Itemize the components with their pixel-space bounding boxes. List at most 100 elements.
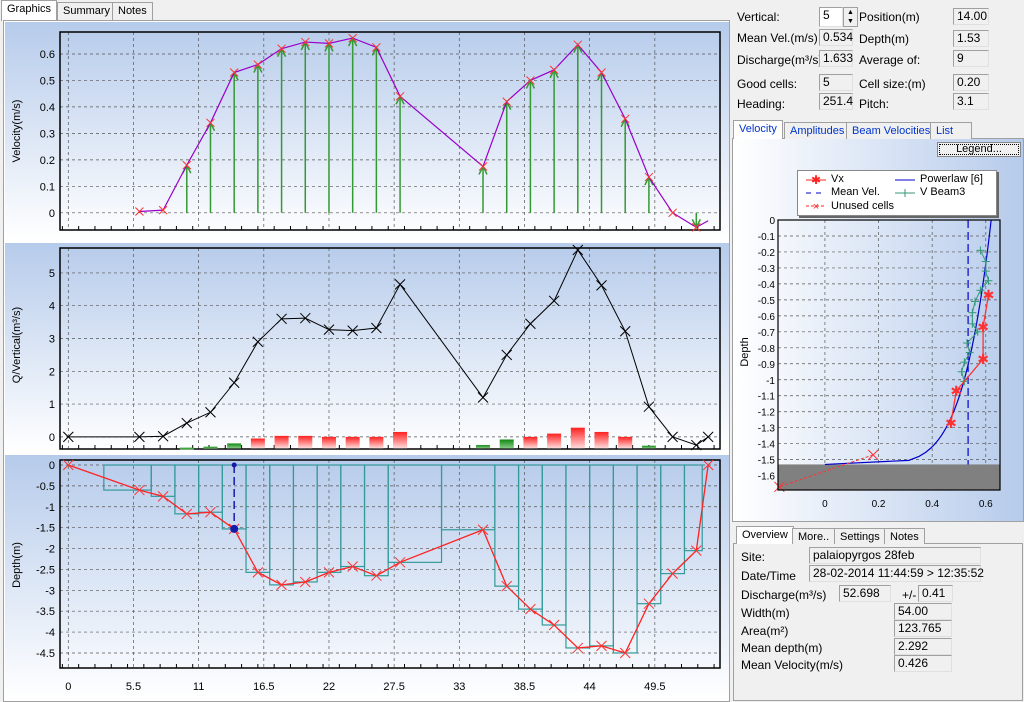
vx-legend-icon: ✱ [806, 173, 826, 187]
unused-cell-point [867, 449, 879, 461]
mean-velocity-value: 0.426 [894, 655, 952, 672]
tab-amplitudes[interactable]: Amplitudes [784, 122, 851, 139]
vertical-spinner[interactable]: ▲ ▼ [843, 7, 858, 27]
mean-vel-value: 0.534 [819, 29, 853, 46]
beam3-point [981, 267, 990, 276]
y-tick-label: 0 [49, 432, 55, 444]
mean-depth-value: 2.292 [894, 638, 952, 655]
y-tick-label: -0.5 [758, 296, 776, 307]
y-tick-label: 4 [49, 301, 55, 313]
y-tick-label: -0.6 [758, 312, 776, 323]
profile-depth-axis-label: Depth [739, 337, 751, 366]
beam3-point [981, 257, 990, 266]
q-uncertainty-bar [203, 446, 218, 449]
area-label: Area(m²) [741, 624, 789, 638]
q-uncertainty-bar [345, 436, 360, 449]
beam3-point [976, 246, 985, 255]
heading-label: Heading: [737, 97, 786, 111]
q-uncertainty-bar [298, 435, 313, 449]
tab-beam-velocities[interactable]: Beam Velocities [846, 122, 937, 139]
y-tick-label: -0.5 [36, 481, 55, 493]
svg-text:✱: ✱ [811, 173, 821, 187]
position-value: 14.00 [953, 8, 989, 25]
vertical-input[interactable]: 5 [819, 7, 843, 27]
mean-vel-label: Mean Vel.(m/s) [737, 31, 818, 45]
y-tick-label: 0.2 [40, 155, 55, 167]
beam3-legend-icon [895, 189, 915, 197]
x-tick-label: 0 [822, 499, 828, 510]
position-label: Position(m) [859, 10, 920, 24]
q-uncertainty-bar [227, 443, 242, 449]
average-label: Average of: [859, 53, 921, 67]
tab-settings[interactable]: Settings [834, 528, 886, 544]
y-tick-label: -1.6 [758, 472, 776, 483]
legend-beam3: V Beam3 [920, 186, 966, 198]
y-tick-label: 2 [49, 366, 55, 378]
discharge-total-label: Discharge(m³/s) [741, 588, 827, 602]
profile-legend: ✱ × Vx Mean Vel. Unused cells Powerlaw [… [797, 170, 997, 216]
x-tick-label: 27.5 [383, 681, 404, 693]
y-tick-label: -0.2 [758, 248, 776, 259]
plot-frame [777, 219, 1001, 491]
y-tick-label: -1.5 [36, 523, 55, 535]
q-uncertainty-bar [570, 427, 585, 449]
selected-vertical-handle [230, 524, 239, 533]
y-tick-label: 0.6 [40, 49, 55, 61]
q-uncertainty-bar [369, 436, 384, 449]
y-tick-label: 0.5 [40, 75, 55, 87]
cell-size-label: Cell size:(m) [859, 77, 926, 91]
tab-overview[interactable]: Overview [736, 526, 794, 544]
width-label: Width(m) [741, 606, 790, 620]
y-tick-label: 0 [49, 208, 55, 220]
site-value: palaiopyrgos 28feb [809, 547, 981, 564]
vx-point: ✱ [983, 287, 995, 303]
width-value: 54.00 [894, 603, 952, 620]
y-tick-label: 0 [49, 460, 55, 472]
x-tick-label: 0.6 [979, 499, 993, 510]
pm-value: 0.41 [918, 585, 953, 602]
riverbed-band [778, 464, 1000, 490]
vx-point: ✱ [945, 415, 957, 431]
q-uncertainty-bar [499, 439, 514, 449]
pitch-label: Pitch: [859, 97, 890, 111]
plot-background [5, 22, 729, 240]
y-tick-label: -1.1 [758, 392, 776, 403]
y-tick-label: -1.3 [758, 424, 776, 435]
y-tick-label: -1.4 [758, 440, 776, 451]
plot-background [5, 243, 729, 452]
vertical-label: Vertical: [737, 10, 780, 24]
mean-velocity-label: Mean Velocity(m/s) [741, 658, 844, 672]
beam3-point [968, 319, 977, 328]
depth-axis-label: Depth(m) [11, 542, 23, 588]
mean-depth-label: Mean depth(m) [741, 641, 823, 655]
y-tick-label: -4 [45, 627, 55, 639]
vx-point: ✱ [977, 319, 989, 335]
q-uncertainty-bar [594, 431, 609, 449]
y-tick-label: 0 [769, 216, 775, 227]
q-uncertainty-bar [476, 445, 491, 449]
spin-up-icon[interactable]: ▲ [844, 8, 857, 17]
legend-button[interactable]: Legend... [937, 142, 1021, 157]
selected-vertical-top [231, 462, 237, 468]
discharge-total-value: 52.698 [839, 585, 891, 602]
y-tick-label: -0.7 [758, 328, 776, 339]
x-tick-label: 49.5 [644, 681, 665, 693]
tab-more[interactable]: More.. [792, 528, 836, 544]
spin-down-icon[interactable]: ▼ [844, 17, 857, 26]
site-label: Site: [741, 550, 766, 564]
tab-notes-summary[interactable]: Notes [884, 528, 925, 544]
x-tick-label: 22 [323, 681, 335, 693]
vx-point: ✱ [977, 351, 989, 367]
q-uncertainty-bar [523, 436, 538, 449]
heading-value: 251.4 [819, 93, 853, 110]
x-tick-label: 5.5 [126, 681, 141, 693]
x-tick-label: 33 [453, 681, 465, 693]
beam3-point [968, 308, 977, 317]
tab-velocity[interactable]: Velocity [733, 120, 783, 139]
tab-list[interactable]: List [930, 122, 972, 139]
beam3-point [971, 297, 980, 306]
discharge-label: Discharge(m³/s) [737, 53, 823, 67]
y-tick-label: 0.1 [40, 181, 55, 193]
y-tick-label: 0.3 [40, 128, 55, 140]
x-tick-label: 0 [65, 681, 71, 693]
